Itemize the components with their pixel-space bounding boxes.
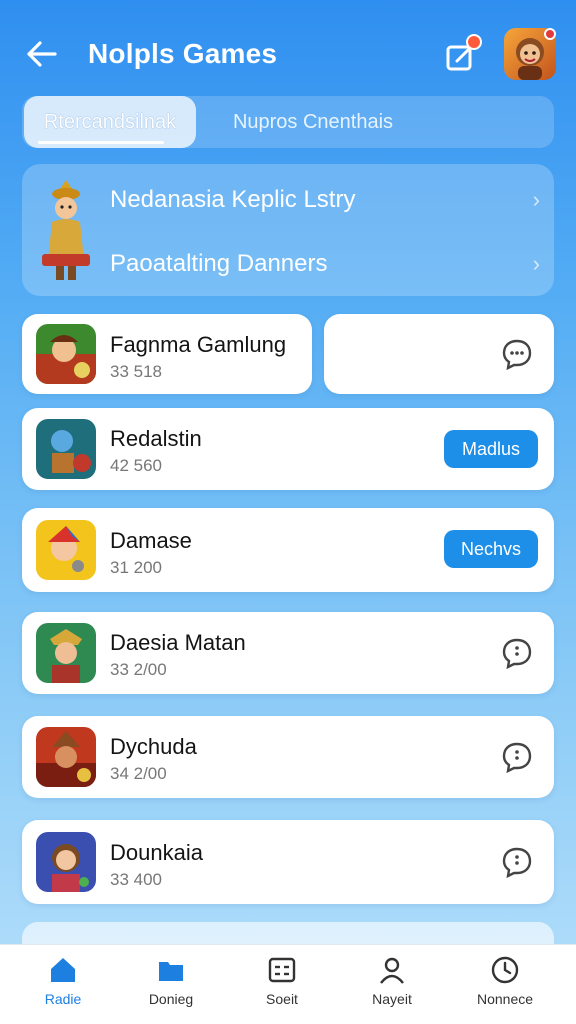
game-icon-daesia — [36, 623, 96, 683]
tab-label: Nupros Cnenthais — [232, 110, 394, 133]
tab-label: Rtercandsilnak — [43, 110, 177, 133]
game-count: 33 518 — [110, 362, 162, 381]
game-count: 33 400 — [110, 870, 162, 889]
featured-row-1[interactable]: Nedanasia Keplic Lstry › — [110, 180, 540, 220]
featured-character-icon — [42, 180, 90, 280]
list-item[interactable]: Dychuda 34 2/00 — [22, 716, 554, 798]
person-icon — [380, 957, 404, 984]
home-icon — [51, 958, 75, 982]
madlus-button[interactable]: Madlus — [444, 430, 538, 468]
bottom-navigation: Radie Donieg Soeit Nayeit Nonnece — [0, 944, 576, 1024]
list-item[interactable]: Dounkaia 33 400 — [22, 820, 554, 904]
game-icon-fagnma — [36, 324, 96, 384]
list-item-action-panel[interactable] — [324, 314, 554, 394]
list-icon — [268, 957, 296, 983]
nav-label: Nayeit — [372, 991, 412, 1007]
clock-icon — [491, 956, 519, 984]
nav-item-donieg[interactable]: Donieg — [126, 955, 216, 1019]
featured-row-label: Paoatalting Danners — [110, 250, 328, 277]
game-name: Damase — [110, 528, 192, 553]
game-count: 42 560 — [110, 456, 162, 475]
nav-item-soeit[interactable]: Soeit — [237, 955, 327, 1019]
featured-row-2[interactable]: Paoatalting Danners › — [110, 244, 540, 284]
game-count: 34 2/00 — [110, 764, 167, 783]
page-title: Nolpls Games — [88, 38, 278, 69]
back-arrow-icon — [27, 41, 57, 67]
tab-rtercandsilnak[interactable]: Rtercandsilnak — [24, 96, 196, 148]
featured-card: Nedanasia Keplic Lstry › Paoatalting Dan… — [22, 164, 554, 296]
chevron-right-icon: › — [532, 187, 540, 212]
game-count: 31 200 — [110, 558, 162, 577]
nechvs-button[interactable]: Nechvs — [444, 530, 538, 568]
nav-item-nonnece[interactable]: Nonnece — [460, 955, 550, 1019]
tab-nupros-cnenthais[interactable]: Nupros Cnenthais — [218, 96, 408, 148]
chat-bubble-icon[interactable] — [500, 337, 534, 371]
nav-item-nayeit[interactable]: Nayeit — [347, 955, 437, 1019]
nav-label: Soeit — [266, 991, 298, 1007]
folder-icon — [159, 962, 183, 981]
list-item[interactable]: Damase 31 200 Nechvs — [22, 508, 554, 592]
game-icon-redalstin — [36, 419, 96, 479]
chevron-right-icon: › — [532, 251, 540, 276]
nav-label: Nonnece — [476, 991, 534, 1007]
game-name: Dychuda — [110, 734, 197, 759]
avatar-badge — [544, 28, 556, 40]
chat-bubble-icon[interactable] — [500, 636, 534, 670]
game-icon-dychuda — [36, 727, 96, 787]
list-item[interactable]: Fagnma Gamlung 33 518 — [22, 314, 312, 394]
game-count: 33 2/00 — [110, 660, 167, 679]
list-item[interactable]: Daesia Matan 33 2/00 — [22, 612, 554, 694]
game-icon-damase — [36, 520, 96, 580]
edit-share-button[interactable] — [440, 34, 484, 78]
game-name: Dounkaia — [110, 840, 203, 865]
nav-label: Radie — [44, 991, 82, 1007]
chat-bubble-icon[interactable] — [500, 740, 534, 774]
game-name: Fagnma Gamlung — [110, 332, 287, 357]
chat-bubble-icon[interactable] — [500, 845, 534, 879]
nav-item-radie[interactable]: Radie — [18, 955, 108, 1019]
tab-underline — [38, 141, 164, 144]
list-item[interactable]: Redalstin 42 560 Madlus — [22, 408, 554, 490]
app-header: Nolpls Games — [0, 0, 576, 100]
game-icon-dounkaia — [36, 832, 96, 892]
game-name: Daesia Matan — [110, 630, 246, 655]
featured-row-label: Nedanasia Keplic Lstry — [110, 186, 356, 213]
nav-label: Donieg — [148, 991, 194, 1007]
notification-dot — [466, 34, 482, 50]
game-name: Redalstin — [110, 426, 202, 451]
tab-bar: Rtercandsilnak Nupros Cnenthais — [22, 96, 554, 148]
back-button[interactable] — [22, 36, 62, 72]
